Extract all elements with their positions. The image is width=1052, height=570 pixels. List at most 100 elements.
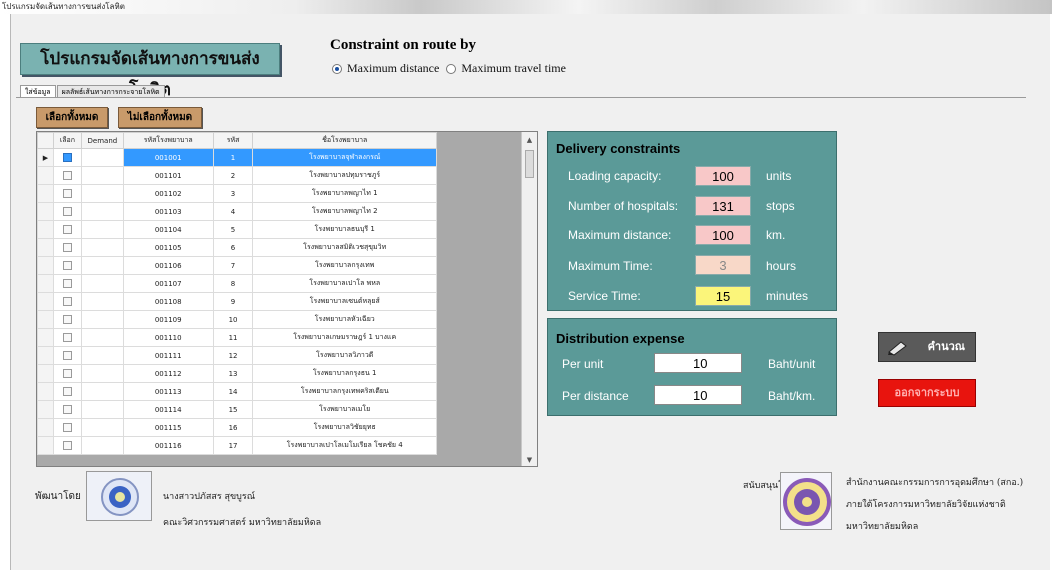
demand-cell[interactable] <box>80 364 124 383</box>
row-selector[interactable] <box>37 166 54 185</box>
select-cell[interactable] <box>52 364 82 383</box>
table-row[interactable]: 001116 17 โรงพยาบาลเปาโลเมโมเรียล โชคชัย 4 <box>37 436 437 455</box>
row-selector[interactable] <box>37 220 54 239</box>
table-row[interactable]: 001112 13 โรงพยาบาลกรุงธน 1 <box>37 364 437 383</box>
demand-cell[interactable] <box>80 274 124 293</box>
select-cell[interactable] <box>52 292 82 311</box>
num-hospitals-field[interactable]: 131 <box>695 196 751 216</box>
col-number[interactable]: รหัส <box>212 132 254 149</box>
row-selector[interactable] <box>37 400 54 419</box>
row-selector[interactable] <box>37 364 54 383</box>
row-selector[interactable] <box>37 346 54 365</box>
deselect-all-button[interactable]: ไม่เลือกทั้งหมด <box>118 107 202 128</box>
select-checkbox[interactable] <box>62 207 72 216</box>
max-distance-radio[interactable] <box>332 63 342 74</box>
grid-scrollbar[interactable]: ▲ ▼ <box>521 132 537 466</box>
select-checkbox[interactable] <box>62 441 72 450</box>
demand-cell[interactable] <box>80 184 124 203</box>
table-row[interactable]: 001109 10 โรงพยาบาลหัวเฉียว <box>37 310 437 329</box>
select-cell[interactable] <box>52 382 82 401</box>
select-cell[interactable] <box>52 274 82 293</box>
demand-cell[interactable] <box>80 166 124 185</box>
select-checkbox[interactable] <box>62 261 72 270</box>
scroll-thumb[interactable] <box>525 150 534 178</box>
max-time-radio[interactable] <box>446 63 457 74</box>
row-selector[interactable] <box>37 256 54 275</box>
table-row[interactable]: 001104 5 โรงพยาบาลธนบุรี 1 <box>37 220 437 239</box>
select-checkbox[interactable] <box>62 171 72 180</box>
select-cell[interactable] <box>52 256 82 275</box>
max-distance-label[interactable]: Maximum distance <box>347 61 439 76</box>
demand-cell[interactable] <box>80 238 124 257</box>
demand-cell[interactable] <box>80 292 124 311</box>
scroll-down-icon[interactable]: ▼ <box>522 452 537 466</box>
row-selector[interactable]: ▶ <box>37 148 54 167</box>
demand-cell[interactable] <box>80 346 124 365</box>
select-cell[interactable] <box>52 400 82 419</box>
select-cell[interactable] <box>52 238 82 257</box>
row-selector[interactable] <box>37 292 54 311</box>
demand-cell[interactable] <box>80 382 124 401</box>
select-cell[interactable] <box>52 220 82 239</box>
demand-cell[interactable] <box>80 436 124 455</box>
table-row[interactable]: 001107 8 โรงพยาบาลเปาโล พหล <box>37 274 437 293</box>
select-checkbox[interactable] <box>62 423 72 432</box>
select-all-button[interactable]: เลือกทั้งหมด <box>36 107 108 128</box>
table-row[interactable]: 001113 14 โรงพยาบาลกรุงเทพคริสเตียน <box>37 382 437 401</box>
demand-cell[interactable] <box>80 328 124 347</box>
demand-cell[interactable] <box>80 202 124 221</box>
max-time-label[interactable]: Maximum travel time <box>461 61 566 76</box>
demand-cell[interactable] <box>80 148 124 167</box>
demand-cell[interactable] <box>80 220 124 239</box>
per-distance-field[interactable]: 10 <box>654 385 742 405</box>
loading-capacity-field[interactable]: 100 <box>695 166 751 186</box>
row-selector[interactable] <box>37 238 54 257</box>
max-time-field[interactable]: 3 <box>695 255 751 275</box>
select-checkbox[interactable] <box>62 315 72 324</box>
select-cell[interactable] <box>52 310 82 329</box>
select-cell[interactable] <box>52 436 82 455</box>
col-hospital-name[interactable]: ชื่อโรงพยาบาล <box>252 132 437 149</box>
service-time-field[interactable]: 15 <box>695 286 751 306</box>
select-cell[interactable] <box>52 418 82 437</box>
select-cell[interactable] <box>52 202 82 221</box>
demand-cell[interactable] <box>80 400 124 419</box>
per-unit-field[interactable]: 10 <box>654 353 742 373</box>
table-row[interactable]: 001110 11 โรงพยาบาลเกษมราษฎร์ 1 บางแค <box>37 328 437 347</box>
max-distance-field[interactable]: 100 <box>695 225 751 245</box>
scroll-up-icon[interactable]: ▲ <box>522 132 537 148</box>
select-checkbox[interactable] <box>62 405 72 414</box>
exit-button[interactable]: ออกจากระบบ <box>878 379 976 407</box>
col-demand[interactable]: Demand <box>80 132 124 149</box>
table-row[interactable]: 001101 2 โรงพยาบาลปทุมราชภูร์ <box>37 166 437 185</box>
row-selector[interactable] <box>37 274 54 293</box>
select-checkbox[interactable] <box>62 225 72 234</box>
demand-cell[interactable] <box>80 256 124 275</box>
row-selector[interactable] <box>37 202 54 221</box>
demand-cell[interactable] <box>80 418 124 437</box>
row-selector[interactable] <box>37 436 54 455</box>
select-checkbox[interactable] <box>62 297 72 306</box>
row-selector[interactable] <box>37 418 54 437</box>
table-row[interactable]: 001102 3 โรงพยาบาลพญาไท 1 <box>37 184 437 203</box>
row-selector[interactable] <box>37 328 54 347</box>
row-selector[interactable] <box>37 382 54 401</box>
select-checkbox[interactable] <box>62 153 72 162</box>
col-select[interactable]: เลือก <box>52 132 82 149</box>
select-cell[interactable] <box>52 148 82 167</box>
table-row[interactable]: 001103 4 โรงพยาบาลพญาไท 2 <box>37 202 437 221</box>
select-checkbox[interactable] <box>62 243 72 252</box>
select-checkbox[interactable] <box>62 351 72 360</box>
select-checkbox[interactable] <box>62 279 72 288</box>
select-cell[interactable] <box>52 166 82 185</box>
table-row[interactable]: 001108 9 โรงพยาบาลเซนต์หลุยส์ <box>37 292 437 311</box>
row-selector[interactable] <box>37 184 54 203</box>
select-cell[interactable] <box>52 328 82 347</box>
select-checkbox[interactable] <box>62 333 72 342</box>
select-checkbox[interactable] <box>62 189 72 198</box>
col-hospital-id[interactable]: รหัสโรงพยาบาล <box>122 132 214 149</box>
select-checkbox[interactable] <box>62 369 72 378</box>
table-row[interactable]: 001114 15 โรงพยาบาลเมโย <box>37 400 437 419</box>
row-selector[interactable] <box>37 310 54 329</box>
table-row[interactable]: ▶ 001001 1 โรงพยาบาลจุฬาลงกรณ์ <box>37 148 437 167</box>
